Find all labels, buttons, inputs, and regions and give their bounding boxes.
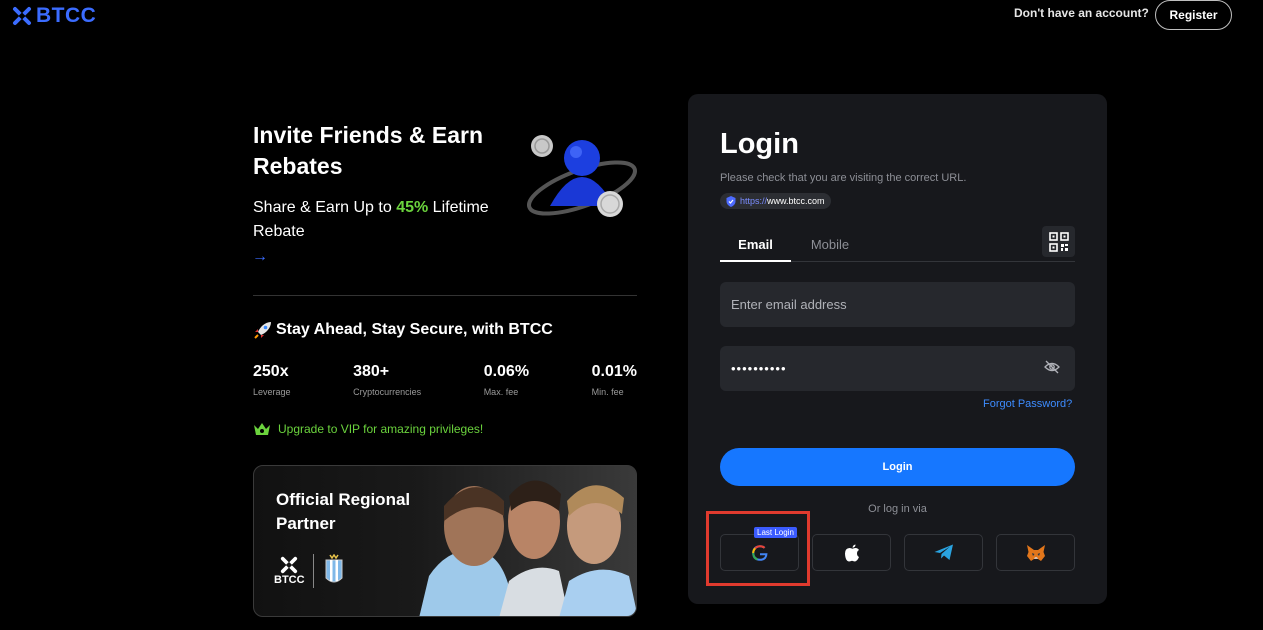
qr-code-icon <box>1048 231 1069 252</box>
btcc-mini-logo: BTCC <box>274 556 305 586</box>
secure-title-text: Stay Ahead, Stay Secure, with BTCC <box>276 321 553 338</box>
url-host: www.btcc.com <box>767 196 825 206</box>
apple-icon <box>844 544 859 561</box>
btcc-logo[interactable]: BTCC <box>12 4 96 28</box>
section-divider <box>253 295 637 296</box>
logo-separator <box>312 554 314 588</box>
vip-upgrade-link[interactable]: Upgrade to VIP for amazing privileges! <box>253 422 483 436</box>
login-tabs: Email Mobile <box>720 230 1075 262</box>
stat-value: 250x <box>253 363 289 380</box>
stat-max-fee: 0.06% Max. fee <box>484 363 529 397</box>
vip-text: Upgrade to VIP for amazing privileges! <box>278 422 484 436</box>
url-check-note: Please check that you are visiting the c… <box>720 172 967 184</box>
stat-value: 380+ <box>353 363 390 380</box>
promo-arrow-link[interactable]: → <box>252 248 268 266</box>
brand-name: BTCC <box>36 4 97 27</box>
login-title: Login <box>720 128 799 160</box>
rebate-percent: 45% <box>396 199 429 216</box>
promo-subtitle: Share & Earn Up to 45% Lifetime Rebate <box>253 196 513 244</box>
players-image <box>419 466 636 616</box>
stat-label: Leverage <box>253 387 291 397</box>
tab-mobile[interactable]: Mobile <box>798 230 862 262</box>
stat-leverage: 250x Leverage <box>253 363 291 397</box>
email-input[interactable] <box>720 282 1075 327</box>
stat-label: Min. fee <box>591 387 624 397</box>
partner-logos: BTCC <box>274 554 346 588</box>
promo-subtitle-before: Share & Earn Up to <box>253 199 397 216</box>
rocket-icon <box>254 322 271 339</box>
register-button[interactable]: Register <box>1155 0 1232 30</box>
url-text: https://www.btcc.com <box>740 196 825 206</box>
qr-login-button[interactable] <box>1042 226 1075 257</box>
telegram-icon <box>934 544 953 560</box>
stat-value: 0.01% <box>591 363 637 380</box>
stat-min-fee: 0.01% Min. fee <box>592 363 637 397</box>
partner-title: Official Regional Partner <box>276 490 411 533</box>
stat-cryptocurrencies: 380+ Cryptocurrencies <box>353 363 421 397</box>
partner-brand-text: BTCC <box>274 574 305 586</box>
metamask-login-button[interactable] <box>996 534 1075 571</box>
no-account-text: Don't have an account? <box>1014 6 1149 20</box>
btcc-logo-icon <box>13 7 31 25</box>
shield-check-icon <box>726 195 736 207</box>
crown-icon <box>254 423 270 435</box>
forgot-password-link[interactable]: Forgot Password? <box>983 398 1072 410</box>
secure-heading: Stay Ahead, Stay Secure, with BTCC <box>253 320 553 340</box>
promo-title: Invite Friends & Earn Rebates <box>253 122 484 179</box>
apple-login-button[interactable] <box>812 534 891 571</box>
afa-crest-icon <box>325 554 343 583</box>
password-input[interactable] <box>720 346 1075 391</box>
btcc-mark-icon <box>281 556 298 574</box>
partner-banner[interactable]: Official Regional Partner BTCC <box>253 465 637 617</box>
stat-label: Cryptocurrencies <box>353 387 422 397</box>
telegram-login-button[interactable] <box>904 534 983 571</box>
eye-off-icon[interactable] <box>1044 360 1060 374</box>
url-proto: https:// <box>740 196 768 206</box>
stats-row: 250x Leverage 380+ Cryptocurrencies 0.06… <box>253 363 637 397</box>
metamask-icon <box>1026 544 1045 561</box>
promo-illustration <box>527 135 637 217</box>
google-highlight-box <box>706 511 810 586</box>
stat-label: Max. fee <box>483 387 519 397</box>
tab-email[interactable]: Email <box>720 230 791 262</box>
url-badge: https://www.btcc.com <box>720 193 831 209</box>
stat-value: 0.06% <box>483 363 530 380</box>
login-submit-button[interactable]: Login <box>720 448 1075 486</box>
